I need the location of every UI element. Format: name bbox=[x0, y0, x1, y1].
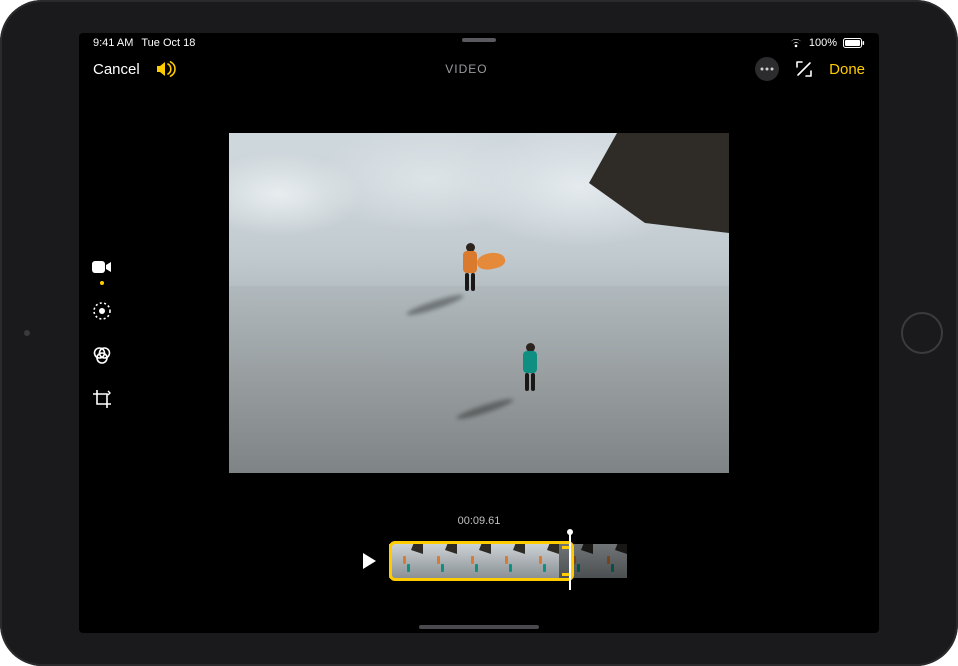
active-indicator-dot bbox=[100, 281, 104, 285]
editor-top-toolbar: Cancel VIDEO Done bbox=[79, 53, 879, 85]
home-button[interactable] bbox=[901, 312, 943, 354]
editor-mode-title: VIDEO bbox=[445, 62, 487, 76]
status-date: Tue Oct 18 bbox=[141, 37, 195, 49]
editor-tool-strip bbox=[85, 242, 119, 424]
preview-figure bbox=[519, 343, 541, 393]
battery-percent: 100% bbox=[809, 37, 837, 49]
ipad-device-frame: 9:41 AM Tue Oct 18 100% Cancel bbox=[0, 0, 958, 666]
status-time: 9:41 AM bbox=[93, 37, 133, 49]
volume-icon[interactable] bbox=[156, 60, 178, 78]
trim-timeline[interactable] bbox=[389, 541, 639, 581]
crop-button[interactable] bbox=[87, 384, 117, 414]
ipad-screen: 9:41 AM Tue Oct 18 100% Cancel bbox=[79, 33, 879, 633]
trim-selection-handle[interactable] bbox=[389, 541, 574, 581]
battery-icon bbox=[843, 38, 865, 48]
video-preview[interactable] bbox=[229, 133, 729, 473]
done-button[interactable]: Done bbox=[829, 61, 865, 78]
wifi-icon bbox=[789, 38, 803, 48]
home-indicator[interactable] bbox=[419, 625, 539, 629]
preview-figure bbox=[459, 243, 481, 293]
playhead-indicator[interactable] bbox=[569, 532, 571, 590]
filters-button[interactable] bbox=[87, 340, 117, 370]
video-mode-button[interactable] bbox=[87, 252, 117, 282]
adjust-button[interactable] bbox=[87, 296, 117, 326]
front-camera-dot bbox=[24, 330, 30, 336]
play-button[interactable] bbox=[355, 541, 383, 581]
more-options-button[interactable] bbox=[755, 57, 779, 81]
status-bar: 9:41 AM Tue Oct 18 100% bbox=[79, 33, 879, 51]
playhead-timecode: 00:09.61 bbox=[79, 515, 879, 527]
enter-fullscreen-icon[interactable] bbox=[795, 60, 813, 78]
cancel-button[interactable]: Cancel bbox=[93, 61, 140, 78]
multitasking-grabber[interactable] bbox=[462, 38, 496, 42]
